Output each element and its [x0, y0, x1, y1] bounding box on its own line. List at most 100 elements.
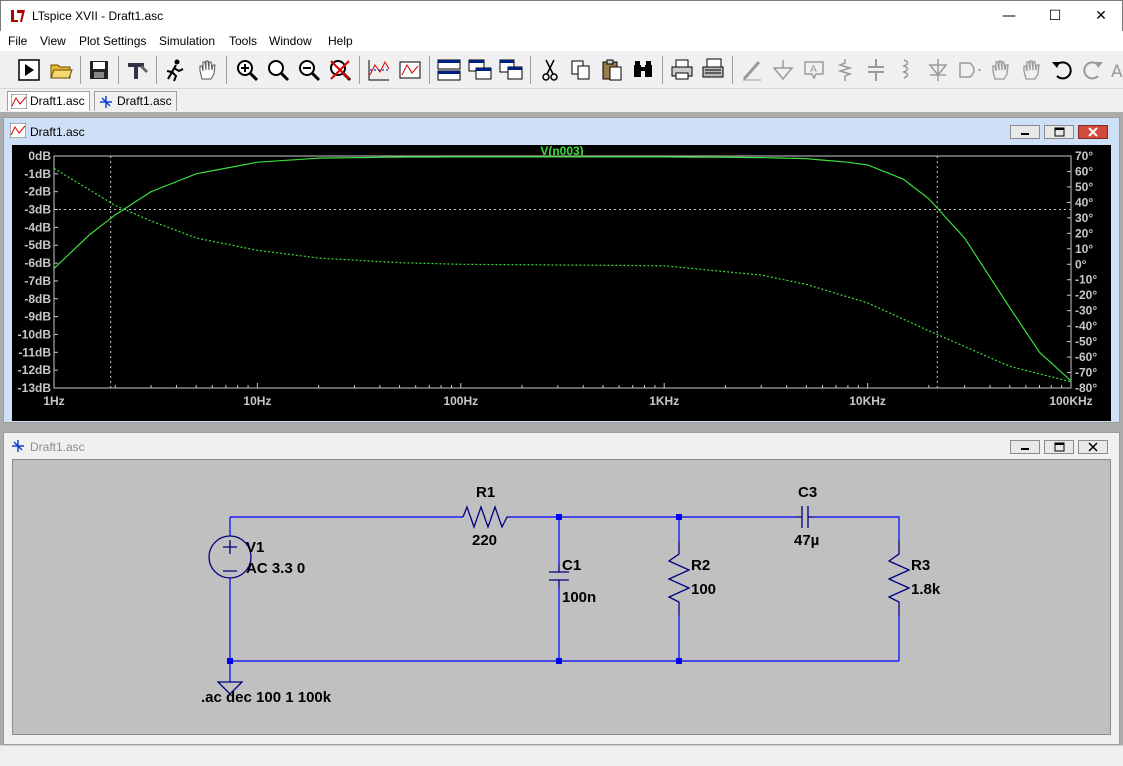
run-pause-icon[interactable] — [162, 57, 188, 83]
y-left-tick-label: -8dB — [24, 292, 51, 306]
y-right-tick-label: 50° — [1075, 180, 1093, 194]
voltage-source-v1[interactable] — [208, 535, 252, 579]
maximize-button[interactable]: ☐ — [1032, 1, 1078, 31]
zoom-fit-icon[interactable] — [265, 57, 291, 83]
y-left-tick-label: 0dB — [28, 149, 51, 163]
schematic-window-title: Draft1.asc — [30, 440, 85, 454]
resistor-r3[interactable] — [887, 540, 911, 615]
child-minimize-button[interactable] — [1010, 125, 1040, 139]
copy-icon[interactable] — [568, 57, 594, 83]
tab-label: Draft1.asc — [117, 94, 172, 108]
document-tabs: Draft1.asc Draft1.asc — [0, 89, 1123, 112]
tile-horizontal-icon[interactable] — [436, 57, 462, 83]
undo-icon[interactable] — [1049, 57, 1075, 83]
schematic-window: Draft1.asc V1 AC 3.3 0 R1 220 C1 100n R2… — [3, 432, 1120, 745]
child-close-button[interactable] — [1078, 125, 1108, 139]
magnitude-trace[interactable] — [53, 156, 1072, 382]
menu-view[interactable]: View — [40, 34, 66, 48]
drag-icon[interactable] — [1018, 57, 1044, 83]
trace-label[interactable]: V(n003) — [540, 145, 583, 158]
v1-name: V1 — [246, 539, 264, 556]
resistor-icon[interactable] — [832, 57, 858, 83]
zoom-out-icon[interactable] — [296, 57, 322, 83]
text-icon[interactable]: Aa — [1109, 57, 1123, 83]
tab-waveform-draft1[interactable]: Draft1.asc — [7, 91, 90, 111]
child-minimize-button[interactable] — [1010, 440, 1040, 454]
diode-icon[interactable] — [925, 57, 951, 83]
y-right-tick-label: 20° — [1075, 226, 1093, 240]
menu-window[interactable]: Window — [269, 34, 312, 48]
c3-value: 47µ — [794, 532, 819, 549]
y-right-tick-label: -60° — [1075, 350, 1097, 364]
traces — [53, 156, 1072, 383]
minimize-button[interactable]: — — [986, 1, 1032, 31]
tile-vertical-icon[interactable] — [498, 57, 524, 83]
y-right-tick-label: 70° — [1075, 149, 1093, 163]
schematic-canvas[interactable]: V1 AC 3.3 0 R1 220 C1 100n R2 100 C3 47µ… — [12, 459, 1111, 735]
menu-help[interactable]: Help — [328, 34, 353, 48]
r2-value: 100 — [691, 581, 716, 598]
c1-value: 100n — [562, 589, 596, 606]
move-icon[interactable] — [987, 57, 1013, 83]
wire-icon[interactable] — [739, 57, 765, 83]
schematic-icon — [12, 440, 24, 452]
capacitor-c3[interactable] — [796, 506, 814, 528]
run-icon[interactable] — [16, 57, 42, 83]
cascade-icon[interactable] — [467, 57, 493, 83]
mdi-workspace: Draft1.asc 0dB -1dB -2dB -3dB -4dB -5dB -6dB -7… — [0, 112, 1123, 766]
waveform-viewer-icon — [10, 123, 26, 138]
ltspice-app-icon — [9, 8, 27, 24]
y-right-tick-label: -40° — [1075, 319, 1097, 333]
y-right-tick-label: -30° — [1075, 304, 1097, 318]
print-setup-icon[interactable] — [700, 57, 726, 83]
menu-tools[interactable]: Tools — [229, 34, 257, 48]
inductor-icon[interactable] — [894, 57, 920, 83]
resistor-r2[interactable] — [667, 542, 691, 615]
autorange-icon[interactable] — [366, 57, 392, 83]
cut-icon[interactable] — [537, 57, 563, 83]
capacitor-icon[interactable] — [863, 57, 889, 83]
save-icon[interactable] — [86, 57, 112, 83]
waveform-viewer-icon — [11, 94, 27, 109]
print-icon[interactable] — [669, 57, 695, 83]
label-icon[interactable]: A — [801, 57, 827, 83]
plot-pane[interactable]: 0dB -1dB -2dB -3dB -4dB -5dB -6dB -7dB -8dB -9dB -… — [12, 145, 1111, 421]
control-panel-icon[interactable] — [124, 57, 150, 83]
phase-trace[interactable] — [53, 167, 1072, 383]
r2-name: R2 — [691, 557, 710, 574]
child-restore-button[interactable] — [1044, 440, 1074, 454]
y-left-tick-label: -2dB — [24, 185, 51, 199]
schematic-window-titlebar[interactable]: Draft1.asc — [4, 433, 1119, 459]
waveform-window-titlebar[interactable]: Draft1.asc — [4, 118, 1119, 144]
zoom-cancel-icon[interactable] — [327, 57, 353, 83]
c3-name: C3 — [798, 484, 817, 501]
resistor-r1[interactable] — [462, 505, 510, 529]
wire[interactable] — [814, 516, 900, 540]
tab-label: Draft1.asc — [30, 94, 85, 108]
component-icon[interactable] — [956, 57, 982, 83]
find-icon[interactable] — [630, 57, 656, 83]
waveform-icon[interactable] — [397, 57, 423, 83]
close-button[interactable]: ✕ — [1078, 1, 1123, 31]
child-restore-button[interactable] — [1044, 125, 1074, 139]
tab-schematic-draft1[interactable]: Draft1.asc — [94, 91, 177, 111]
menu-plot-settings[interactable]: Plot Settings — [79, 34, 146, 48]
zoom-in-icon[interactable] — [234, 57, 260, 83]
paste-icon[interactable] — [599, 57, 625, 83]
redo-icon[interactable] — [1080, 57, 1106, 83]
ground-icon[interactable] — [770, 57, 796, 83]
child-close-button[interactable] — [1078, 440, 1108, 454]
y-left-tick-label: -1dB — [24, 167, 51, 181]
y-left-tick-label: -13dB — [18, 381, 52, 395]
open-icon[interactable] — [48, 57, 74, 83]
spice-directive[interactable]: .ac dec 100 1 100k — [201, 689, 332, 706]
menu-simulation[interactable]: Simulation — [159, 34, 215, 48]
y-left-tick-label: -10dB — [18, 327, 52, 341]
y-left-tick-labels: 0dB -1dB -2dB -3dB -4dB -5dB -6dB -7dB -8dB -9dB -… — [18, 149, 58, 395]
waveform-window: Draft1.asc 0dB -1dB -2dB -3dB -4dB -5dB -6dB -7… — [3, 117, 1120, 423]
pan-hand-icon[interactable] — [194, 57, 220, 83]
y-left-tick-label: -9dB — [24, 310, 51, 324]
menu-file[interactable]: File — [8, 34, 27, 48]
menu-bar: File View Plot Settings Simulation Tools… — [0, 31, 1123, 51]
waveform-window-title: Draft1.asc — [30, 125, 85, 139]
